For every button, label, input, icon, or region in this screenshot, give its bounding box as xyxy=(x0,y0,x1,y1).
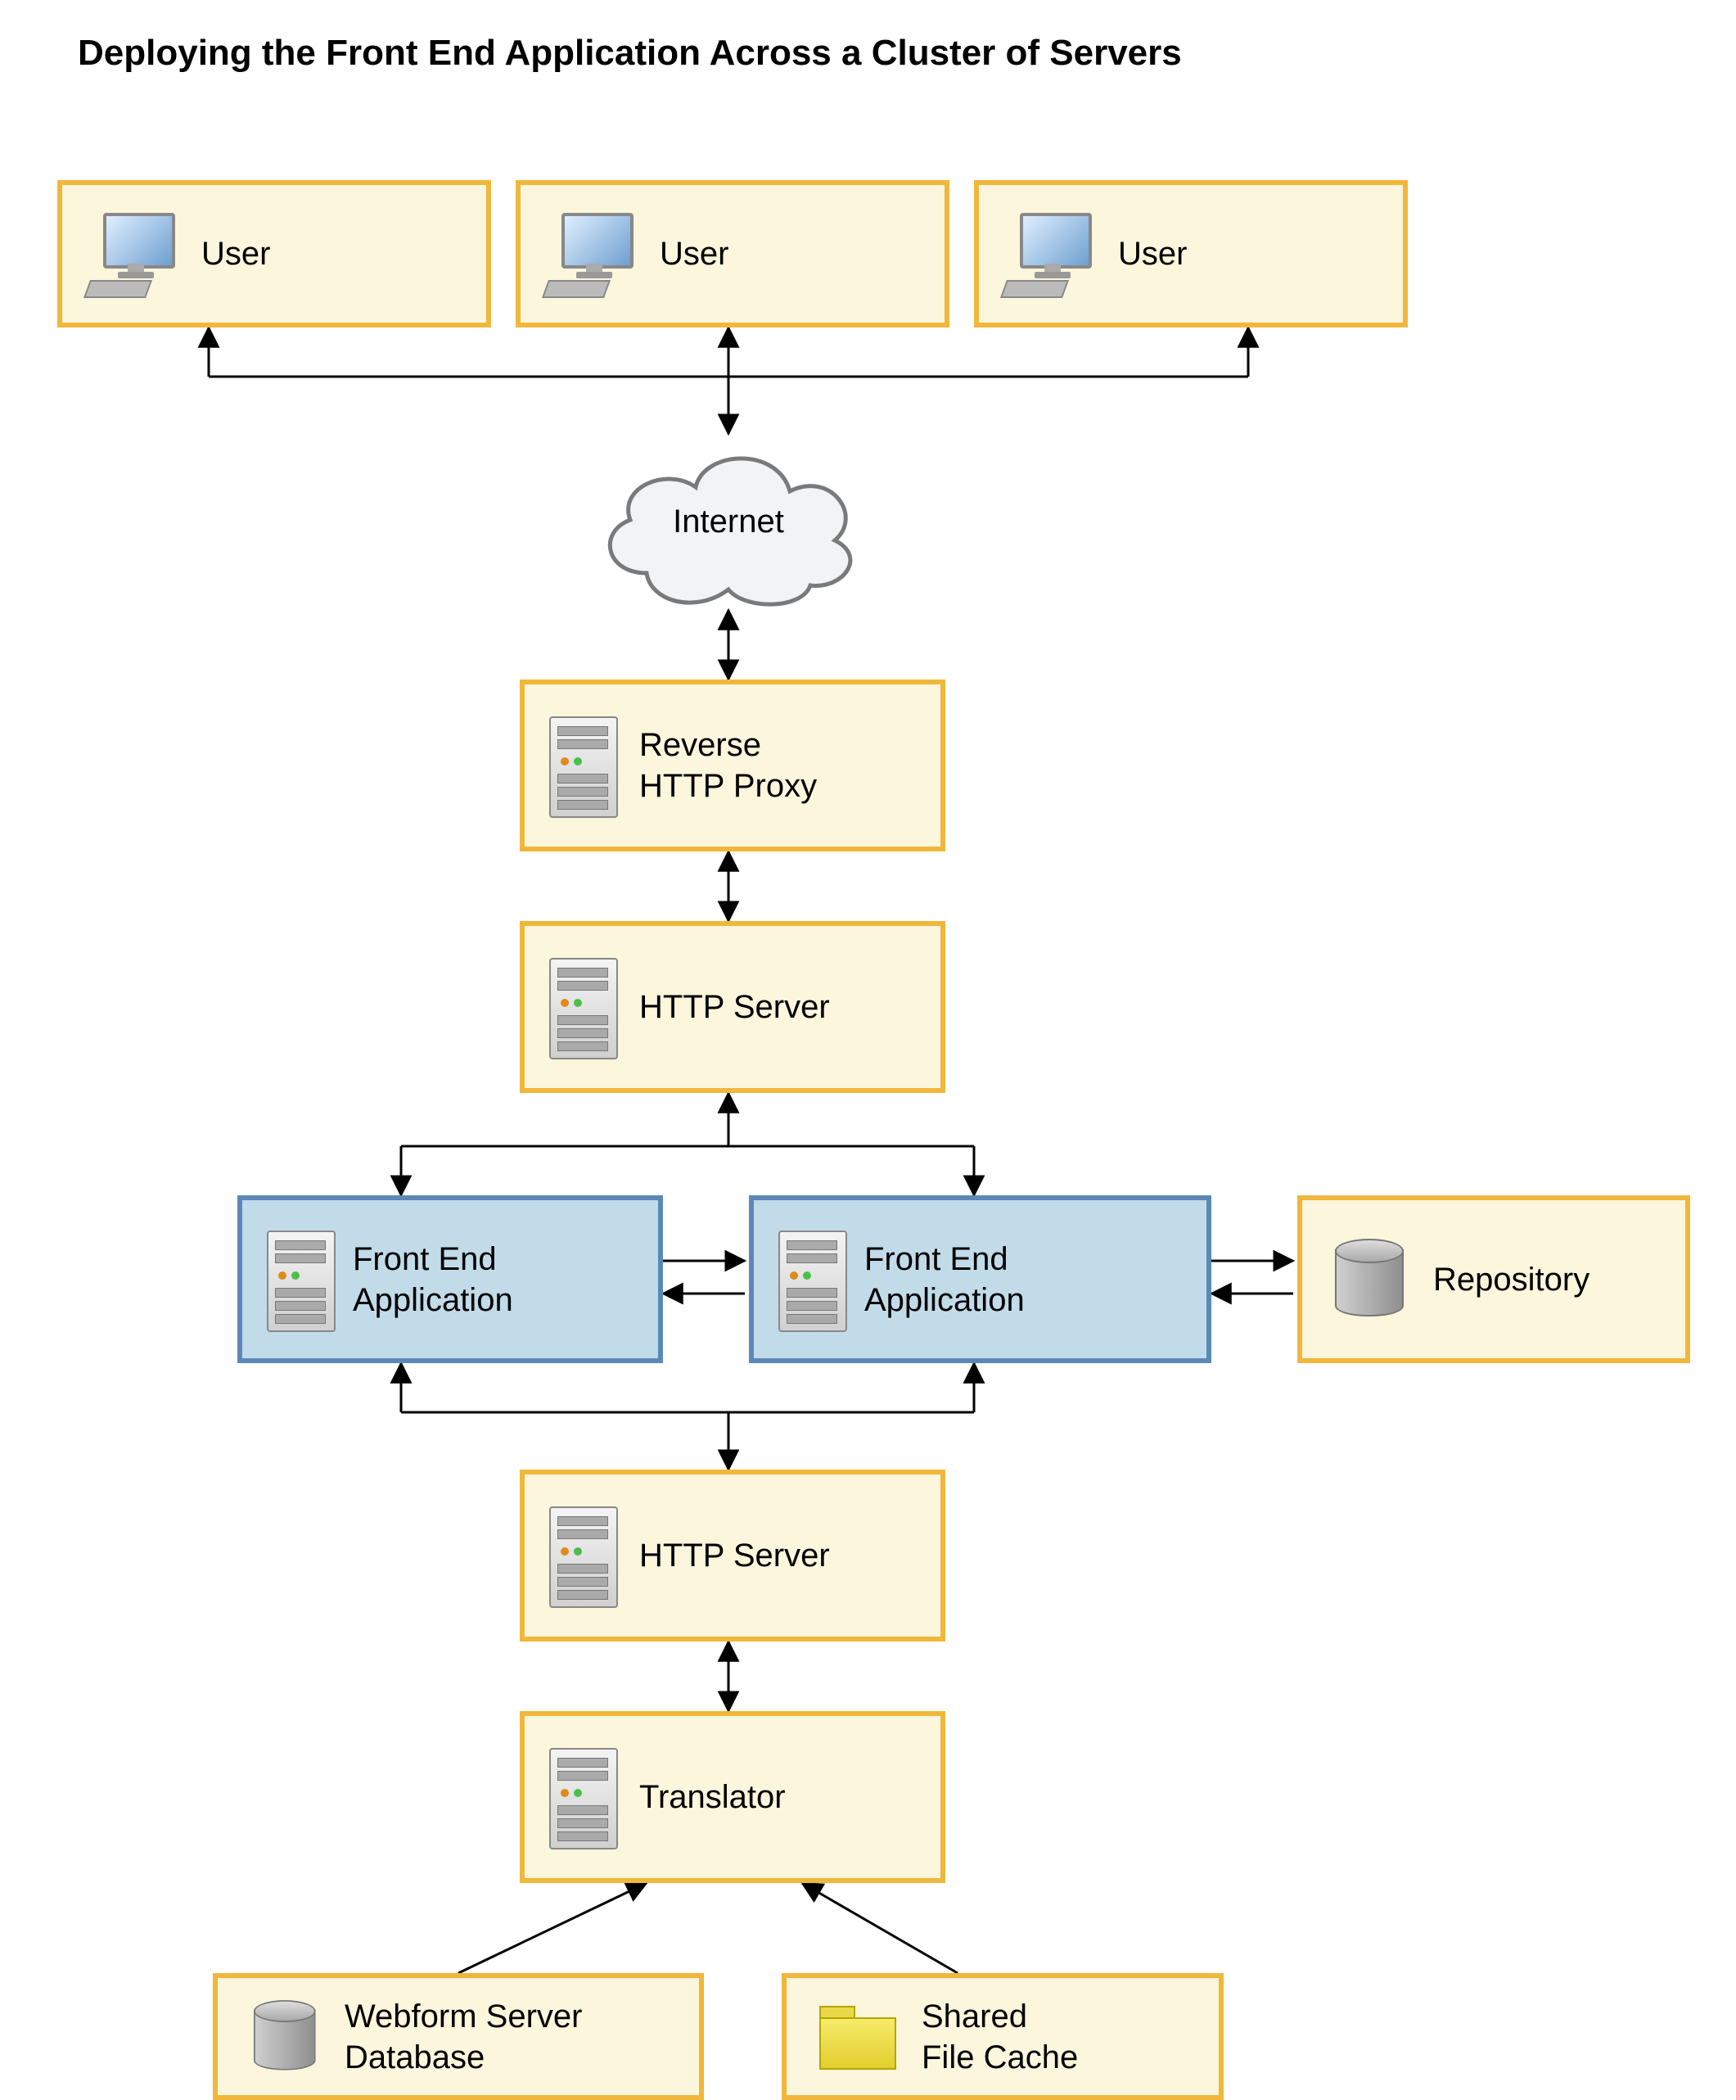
reverse-proxy-node: Reverse HTTP Proxy xyxy=(520,680,945,851)
computer-icon xyxy=(1003,213,1093,295)
http-server-node-1: HTTP Server xyxy=(520,921,945,1093)
database-icon xyxy=(254,2000,313,2074)
reverse-proxy-label: Reverse HTTP Proxy xyxy=(639,725,817,806)
server-icon xyxy=(549,958,615,1056)
front-end-app-label: Front End Application xyxy=(864,1239,1025,1321)
computer-icon xyxy=(545,213,635,295)
folder-icon xyxy=(819,2006,893,2067)
server-icon xyxy=(549,716,615,815)
file-cache-label: Shared File Cache xyxy=(922,1996,1078,2078)
server-icon xyxy=(549,1748,615,1846)
front-end-app-node-1: Front End Application xyxy=(237,1195,663,1363)
webform-db-label: Webform Server Database xyxy=(345,1996,582,2078)
user-label: User xyxy=(201,233,270,274)
internet-cloud: Internet xyxy=(589,426,868,618)
database-icon xyxy=(1335,1239,1400,1321)
server-icon xyxy=(549,1506,615,1605)
file-cache-node: Shared File Cache xyxy=(782,1973,1224,2100)
user-node-1: User xyxy=(57,180,491,327)
server-icon xyxy=(778,1231,844,1329)
repository-label: Repository xyxy=(1433,1259,1589,1300)
translator-label: Translator xyxy=(639,1777,786,1818)
translator-node: Translator xyxy=(520,1711,945,1883)
webform-db-node: Webform Server Database xyxy=(213,1973,704,2100)
user-label: User xyxy=(660,233,728,274)
user-node-3: User xyxy=(974,180,1408,327)
diagram-title: Deploying the Front End Application Acro… xyxy=(78,33,1182,74)
repository-node: Repository xyxy=(1297,1195,1690,1363)
server-icon xyxy=(267,1231,332,1329)
front-end-app-label: Front End Application xyxy=(353,1239,513,1321)
computer-icon xyxy=(87,213,177,295)
user-label: User xyxy=(1118,233,1187,274)
http-server-label: HTTP Server xyxy=(639,1535,830,1576)
http-server-node-2: HTTP Server xyxy=(520,1470,945,1642)
http-server-label: HTTP Server xyxy=(639,987,830,1027)
user-node-2: User xyxy=(516,180,949,327)
internet-label: Internet xyxy=(589,426,868,618)
front-end-app-node-2: Front End Application xyxy=(749,1195,1211,1363)
